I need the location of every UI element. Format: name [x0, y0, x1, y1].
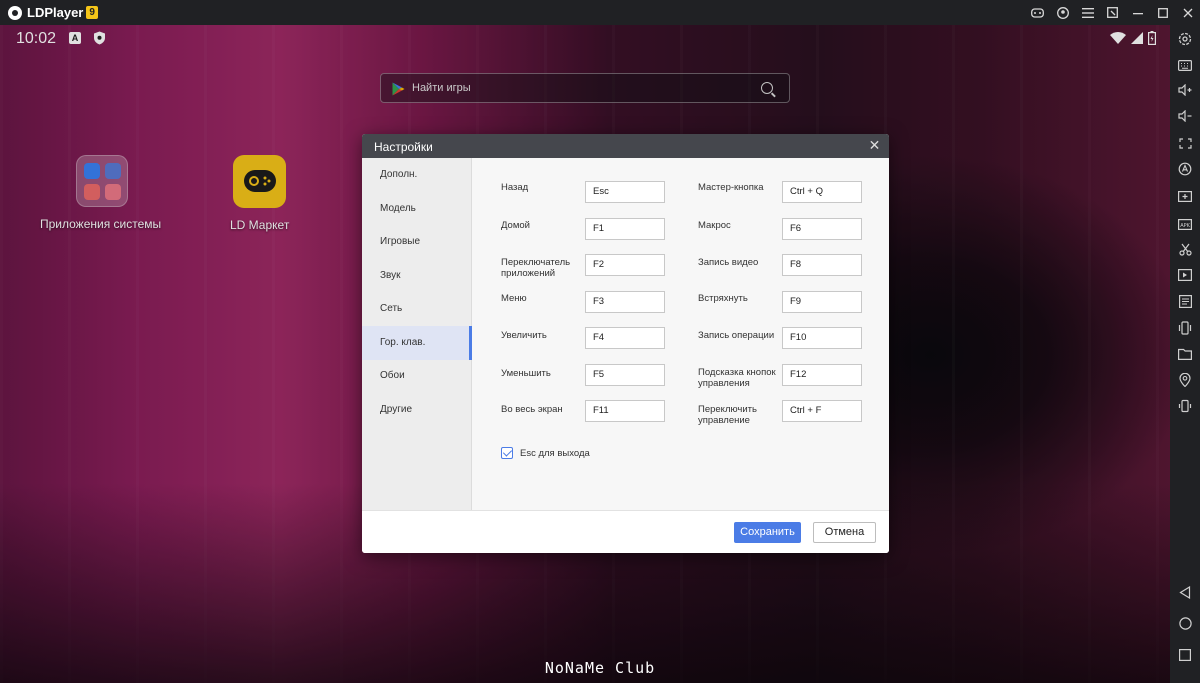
hotkey-field-zoom-out[interactable]: F5 [585, 364, 665, 386]
shake-icon[interactable] [1177, 320, 1193, 336]
back-icon[interactable] [1177, 584, 1193, 600]
hotkey-field-toggle-control[interactable]: Ctrl + F [782, 400, 862, 422]
right-toolbar: APK [1170, 25, 1200, 683]
nav-item-advanced[interactable]: Дополн. [362, 158, 472, 192]
gamepad-icon[interactable] [1025, 0, 1050, 25]
hotkey-label-master-button: Мастер-кнопка [698, 182, 764, 193]
hotkey-field-macro[interactable]: F6 [782, 218, 862, 240]
sync-icon[interactable] [1177, 161, 1193, 177]
ldplayer-logo-icon [8, 5, 22, 20]
watermark: NoNaMe Club [544, 659, 656, 677]
nav-item-wallpaper[interactable]: Обои [362, 359, 472, 393]
hotkey-label-app-switcher: Переключатель приложений [501, 257, 571, 279]
hotkey-field-master-button[interactable]: Ctrl + Q [782, 181, 862, 203]
hotkey-label-shake: Встряхнуть [698, 293, 748, 304]
record-icon[interactable] [1177, 267, 1193, 283]
volume-up-icon[interactable] [1177, 82, 1193, 98]
hotkey-field-control-hints[interactable]: F12 [782, 364, 862, 386]
settings-dialog: Настройки ✕ Дополн. Модель Игровые Звук … [362, 134, 889, 553]
nav-item-other[interactable]: Другие [362, 393, 472, 427]
operation-record-icon[interactable] [1177, 293, 1193, 309]
nav-item-network[interactable]: Сеть [362, 292, 472, 326]
hotkey-field-menu[interactable]: F3 [585, 291, 665, 313]
hotkey-field-video-record[interactable]: F8 [782, 254, 862, 276]
nav-item-sound[interactable]: Звук [362, 259, 472, 293]
cancel-button[interactable]: Отмена [813, 522, 876, 543]
maximize-icon[interactable] [1150, 0, 1175, 25]
hotkey-label-back: Назад [501, 182, 529, 193]
save-button[interactable]: Сохранить [734, 522, 801, 543]
settings-icon[interactable] [1177, 31, 1193, 47]
dialog-footer: Сохранить Отмена [362, 510, 889, 553]
hotkey-label-macro: Макрос [698, 220, 731, 231]
hotkey-field-fullscreen[interactable]: F11 [585, 400, 665, 422]
app-logo: LDPlayer 9 [8, 5, 98, 20]
hotkey-label-video-record: Запись видео [698, 257, 759, 268]
hotkey-label-zoom-in: Увеличить [501, 330, 547, 341]
menu-icon[interactable] [1075, 0, 1100, 25]
location-icon[interactable] [1177, 372, 1193, 388]
hotkey-label-toggle-control: Переключить управление [698, 404, 757, 426]
dialog-header: Настройки ✕ [362, 134, 889, 158]
title-bar: LDPlayer 9 [0, 0, 1200, 25]
hotkey-label-fullscreen: Во весь экран [501, 404, 563, 415]
account-icon[interactable] [1050, 0, 1075, 25]
add-app-icon[interactable] [1177, 188, 1193, 204]
home-icon[interactable] [1177, 615, 1193, 631]
nav-item-game[interactable]: Игровые [362, 225, 472, 259]
hotkey-field-zoom-in[interactable]: F4 [585, 327, 665, 349]
apk-icon[interactable]: APK [1177, 215, 1193, 231]
hotkey-field-operation-record[interactable]: F10 [782, 327, 862, 349]
keyboard-icon[interactable] [1177, 57, 1193, 73]
hotkey-label-zoom-out: Уменьшить [501, 368, 551, 379]
version-badge: 9 [86, 6, 98, 19]
close-icon[interactable] [1175, 0, 1200, 25]
nav-item-hotkeys[interactable]: Гор. клав. [362, 326, 472, 360]
hotkey-field-app-switcher[interactable]: F2 [585, 254, 665, 276]
close-icon[interactable]: ✕ [868, 138, 881, 152]
hotkey-field-home[interactable]: F1 [585, 218, 665, 240]
screenshot-icon[interactable] [1100, 0, 1125, 25]
svg-text:APK: APK [1180, 223, 1190, 229]
volume-down-icon[interactable] [1177, 108, 1193, 124]
hotkey-field-shake[interactable]: F9 [782, 291, 862, 313]
minimize-icon[interactable] [1125, 0, 1150, 25]
hotkey-label-home: Домой [501, 220, 530, 231]
hotkey-label-menu: Меню [501, 293, 527, 304]
fullscreen-icon[interactable] [1177, 135, 1193, 151]
nav-item-model[interactable]: Модель [362, 192, 472, 226]
esc-exit-label: Esc для выхода [520, 448, 590, 459]
rotate-icon[interactable] [1177, 398, 1193, 414]
dialog-title: Настройки [374, 140, 433, 154]
folder-icon[interactable] [1177, 346, 1193, 362]
hotkeys-panel: Назад Esc Домой F1 Переключатель приложе… [472, 158, 889, 510]
hotkey-label-control-hints: Подсказка кнопок управления [698, 367, 776, 389]
settings-nav: Дополн. Модель Игровые Звук Сеть Гор. кл… [362, 158, 472, 510]
scissors-icon[interactable] [1177, 241, 1193, 257]
app-name: LDPlayer [27, 5, 84, 20]
hotkey-label-operation-record: Запись операции [698, 330, 775, 341]
hotkey-field-back[interactable]: Esc [585, 181, 665, 203]
esc-exit-checkbox[interactable] [501, 447, 513, 459]
